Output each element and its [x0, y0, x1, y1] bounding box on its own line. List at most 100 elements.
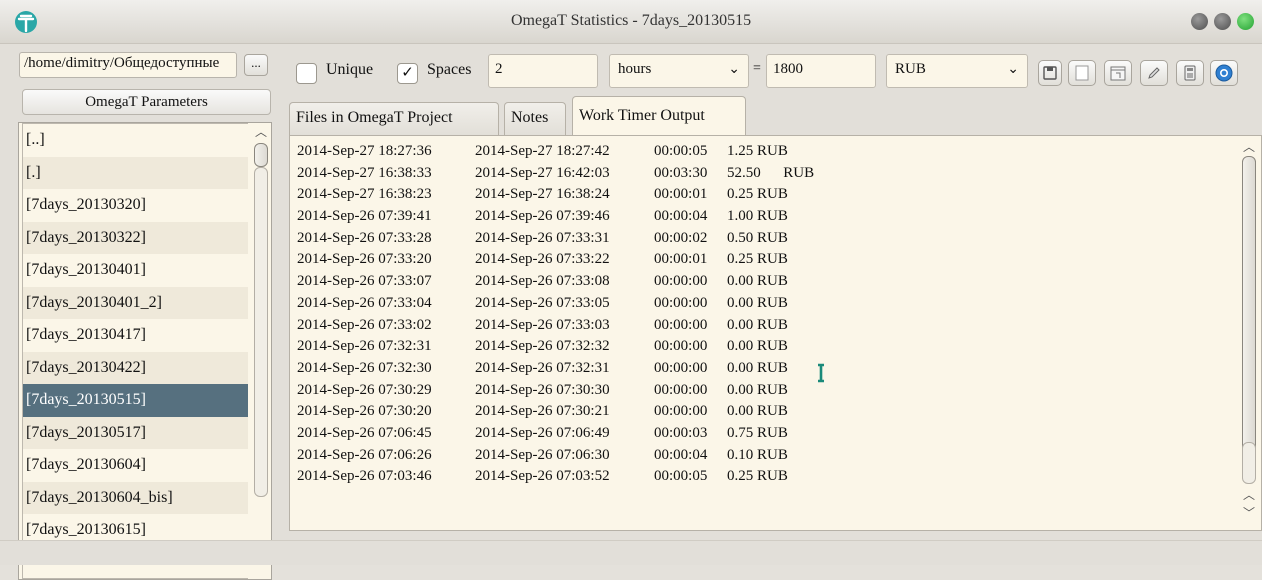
- cost: 0.00 RUB: [727, 338, 788, 355]
- list-item[interactable]: [7days_20130604_bis]: [23, 481, 248, 514]
- end-time: 2014-Sep-27 16:38:24: [475, 186, 610, 203]
- cost: 1.00 RUB: [727, 208, 788, 225]
- save-button[interactable]: [1038, 60, 1062, 86]
- duration: 00:00:00: [654, 338, 708, 355]
- unique-checkbox[interactable]: [296, 63, 317, 84]
- check-mark-icon: ✓: [401, 65, 414, 81]
- list-item[interactable]: [..]: [23, 124, 248, 157]
- chevron-up-icon[interactable]: ︿: [1242, 140, 1256, 154]
- blank-button[interactable]: [1068, 60, 1096, 86]
- start-time: 2014-Sep-26 07:30:20: [297, 403, 432, 420]
- output-scrollbar[interactable]: ︿ ︿ ﹀: [1239, 136, 1259, 530]
- window-title: OmegaT Statistics - 7days_20130515: [510, 12, 752, 29]
- directory-list-scrollbar[interactable]: ︿ ︿ ﹀: [251, 123, 271, 579]
- start-time: 2014-Sep-27 16:38:23: [297, 186, 432, 203]
- directory-path-input[interactable]: /home/dimitry/Общедоступные: [19, 52, 237, 78]
- list-item[interactable]: [.]: [23, 156, 248, 189]
- currency-select-value: RUB: [895, 61, 926, 77]
- duration: 00:00:04: [654, 208, 708, 225]
- scrollbar-thumb[interactable]: [1242, 156, 1256, 472]
- list-item[interactable]: [7days_20130320]: [23, 189, 248, 222]
- start-time: 2014-Sep-26 07:30:29: [297, 381, 432, 398]
- cost: 0.25 RUB: [727, 251, 788, 268]
- duration: 00:00:05: [654, 468, 708, 485]
- list-item[interactable]: [7days_20130322]: [23, 221, 248, 254]
- end-time: 2014-Sep-26 07:33:22: [475, 251, 610, 268]
- help-button[interactable]: [1210, 60, 1238, 86]
- end-time: 2014-Sep-26 07:30:30: [475, 381, 610, 398]
- end-time: 2014-Sep-26 07:06:49: [475, 424, 610, 441]
- omegat-parameters-button[interactable]: OmegaT Parameters: [22, 89, 271, 115]
- directory-list[interactable]: [..] [.] [7days_20130320] [7days_20130322][…: [18, 122, 272, 580]
- cost: 0.00 RUB: [727, 359, 788, 376]
- start-time: 2014-Sep-26 07:39:41: [297, 208, 432, 225]
- spaces-label: Spaces: [427, 61, 472, 78]
- start-time: 2014-Sep-26 07:33:28: [297, 229, 432, 246]
- list-item[interactable]: [7days_20130401]: [23, 254, 248, 287]
- tab-notes[interactable]: Notes: [504, 102, 566, 135]
- list-item[interactable]: [7days_20130417]: [23, 319, 248, 352]
- chevron-up-icon[interactable]: ︿: [1242, 488, 1256, 502]
- spaces-count-input[interactable]: 2: [488, 54, 598, 88]
- panel-splitter[interactable]: [277, 46, 283, 540]
- start-time: 2014-Sep-27 18:27:36: [297, 143, 432, 159]
- unique-label: Unique: [326, 61, 374, 78]
- duration: 00:00:00: [654, 294, 708, 311]
- duration: 00:00:00: [654, 359, 708, 376]
- duration: 00:00:01: [654, 186, 708, 203]
- list-item[interactable]: [7days_20130422]: [23, 351, 248, 384]
- list-item[interactable]: [7days_20130604]: [23, 449, 248, 482]
- start-time: 2014-Sep-26 07:06:45: [297, 424, 432, 441]
- cost: 0.00 RUB: [727, 294, 788, 311]
- calendar-button[interactable]: [1104, 60, 1132, 86]
- cost: 0.00 RUB: [727, 381, 788, 398]
- duration: 00:00:00: [654, 273, 708, 290]
- start-time: 2014-Sep-26 07:33:07: [297, 273, 432, 290]
- start-time: 2014-Sep-26 07:06:26: [297, 446, 432, 463]
- currency-select[interactable]: RUB ⌄: [886, 54, 1028, 88]
- cost: 0.75 RUB: [727, 424, 788, 441]
- scrollbar-thumb[interactable]: [254, 143, 268, 167]
- cost: 0.10 RUB: [727, 446, 788, 463]
- cost: 0.25 RUB: [727, 186, 788, 203]
- calendar-icon: [1110, 66, 1126, 81]
- work-timer-output-area[interactable]: 2014-Sep-27 18:27:36 2014-Sep-27 18:27:42…: [289, 135, 1262, 531]
- tab-files-in-project[interactable]: Files in OmegaT Project: [289, 102, 499, 135]
- close-button[interactable]: [1237, 13, 1254, 30]
- calculator-icon: [1184, 65, 1196, 81]
- unit-select[interactable]: hours ⌄: [609, 54, 749, 88]
- end-time: 2014-Sep-26 07:32:31: [475, 359, 610, 376]
- chevron-up-icon[interactable]: ︿: [254, 125, 268, 139]
- end-time: 2014-Sep-27 18:27:42: [475, 143, 610, 159]
- calculator-button[interactable]: [1176, 60, 1204, 86]
- edit-button[interactable]: [1140, 60, 1168, 86]
- list-item[interactable]: [7days_20130401_2]: [23, 286, 248, 319]
- text-cursor-icon: [818, 363, 824, 383]
- list-item[interactable]: [7days_20130517]: [23, 416, 248, 449]
- list-item[interactable]: [7days_20130515]: [23, 384, 248, 417]
- start-time: 2014-Sep-26 07:32:30: [297, 359, 432, 376]
- tab-work-timer-output[interactable]: Work Timer Output: [572, 96, 746, 136]
- chevron-down-icon[interactable]: ﹀: [1242, 506, 1256, 520]
- end-time: 2014-Sep-26 07:06:30: [475, 446, 610, 463]
- maximize-button[interactable]: [1214, 13, 1231, 30]
- duration: 00:00:00: [654, 381, 708, 398]
- browse-button[interactable]: ...: [244, 54, 268, 76]
- end-time: 2014-Sep-26 07:30:21: [475, 403, 610, 420]
- end-time: 2014-Sep-26 07:33:05: [475, 294, 610, 311]
- scrollbar-track[interactable]: [254, 167, 268, 497]
- title-bar[interactable]: OmegaT Statistics - 7days_20130515: [0, 0, 1262, 44]
- scrollbar-track[interactable]: [1242, 442, 1256, 484]
- duration: 00:00:00: [654, 403, 708, 420]
- end-time: 2014-Sep-26 07:33:03: [475, 316, 610, 333]
- duration: 00:00:03: [654, 424, 708, 441]
- spaces-checkbox[interactable]: ✓: [397, 63, 418, 84]
- statistics-window: OmegaT Statistics - 7days_20130515 /home…: [0, 0, 1262, 580]
- duration: 00:03:30: [654, 164, 708, 181]
- start-time: 2014-Sep-26 07:33:20: [297, 251, 432, 268]
- pencil-icon: [1148, 67, 1160, 79]
- cost: 1.25 RUB: [727, 143, 788, 159]
- toolbar: Unique ✓ Spaces 2 hours ⌄ = 1800 RUB ⌄: [284, 46, 1262, 94]
- minimize-button[interactable]: [1191, 13, 1208, 30]
- rate-input[interactable]: 1800: [766, 54, 876, 88]
